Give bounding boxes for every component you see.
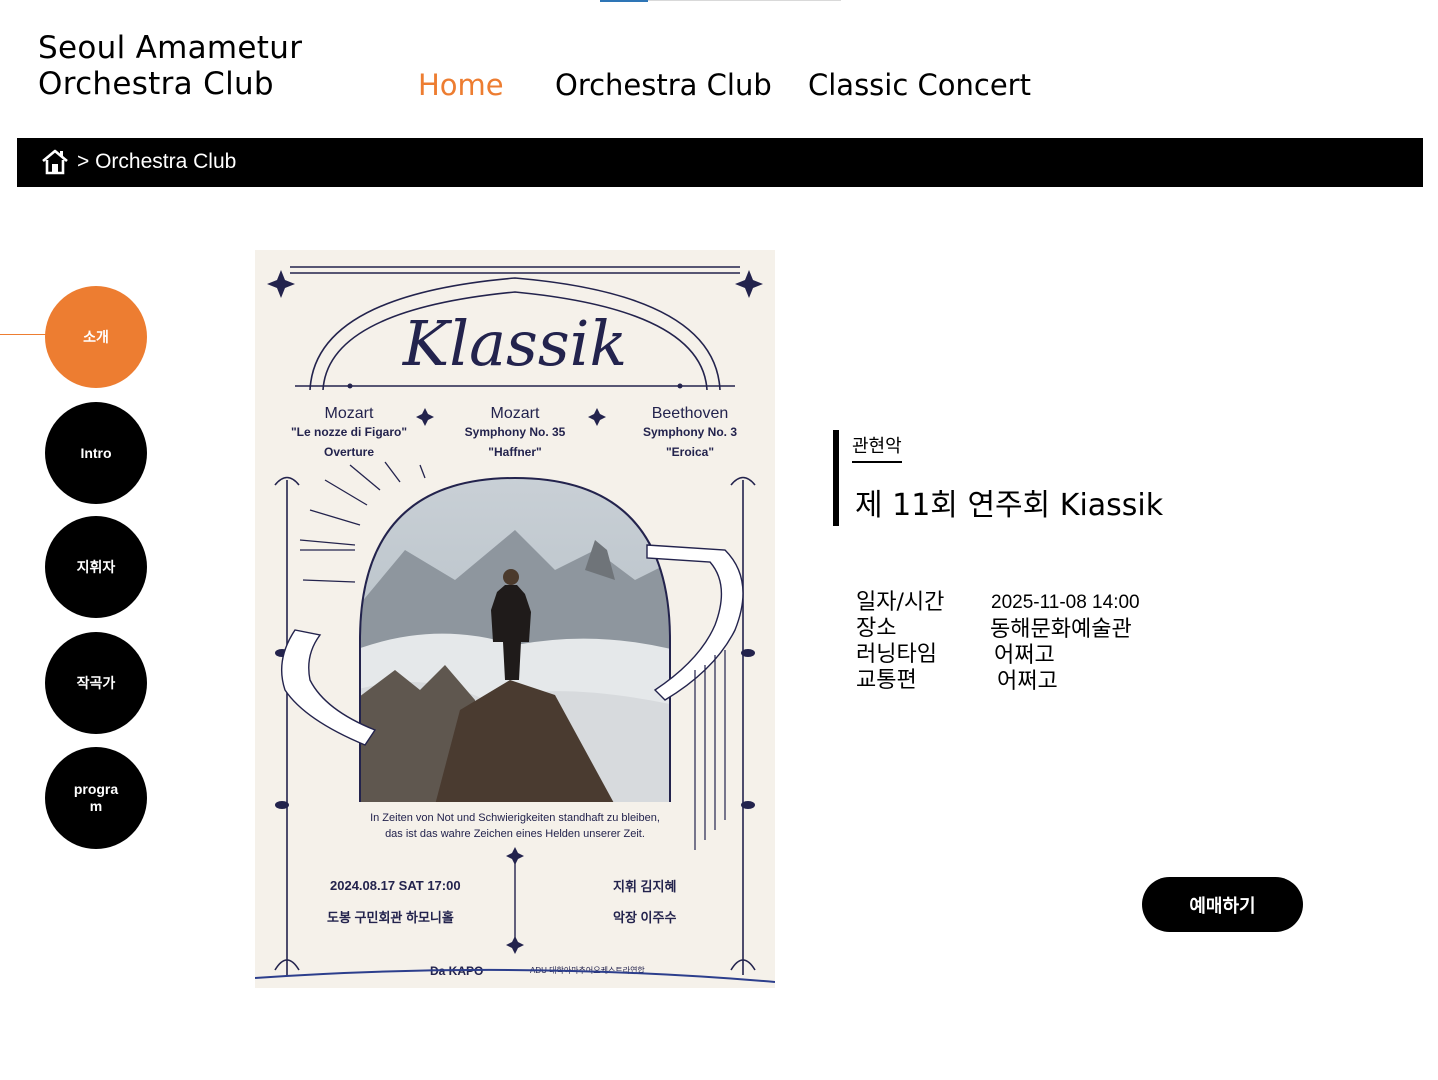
sidebar-item-intro[interactable]: Intro <box>45 402 147 504</box>
logo-line-1: Seoul Amametur <box>38 30 303 66</box>
logo-line-2: Orchestra Club <box>38 66 274 102</box>
nav-home[interactable]: Home <box>418 68 504 108</box>
poster-sub-3: "Eroica" <box>666 445 714 459</box>
poster-composer-1: Mozart <box>325 405 374 422</box>
sidebar-indicator-line <box>0 334 46 335</box>
nav-orchestra-club[interactable]: Orchestra Club <box>555 68 772 108</box>
poster-sub-1: Overture <box>324 445 374 459</box>
detail-value: 어쩌고 <box>994 642 1055 667</box>
concert-category: 관현악 <box>852 432 902 463</box>
breadcrumb: > Orchestra Club <box>17 138 1423 187</box>
detail-label: 교통편 <box>856 668 917 693</box>
sidebar-item-label: Intro <box>80 444 112 461</box>
poster-work-3: Symphony No. 3 <box>643 425 737 439</box>
poster-title: Klassik <box>402 307 627 380</box>
poster-sub-2: "Haffner" <box>488 445 541 459</box>
reserve-button[interactable]: 예매하기 <box>1142 877 1303 932</box>
title-accent-bar <box>833 430 839 526</box>
poster-quote-2: das ist das wahre Zeichen eines Helden u… <box>385 828 645 840</box>
detail-label: 러닝타임 <box>856 642 937 667</box>
site-logo[interactable]: Seoul Amametur Orchestra Club <box>38 30 302 102</box>
poster-conductor: 지휘 김지혜 <box>613 879 676 894</box>
top-scroll-indicator <box>600 0 841 2</box>
sidebar-item-label: 작곡가 <box>76 674 116 691</box>
detail-label: 일자/시간 <box>856 590 945 615</box>
poster-work-1: "Le nozze di Figaro" <box>291 425 407 439</box>
sidebar-item-program[interactable]: program <box>45 747 147 849</box>
concert-title: 제 11회 연주회 Kiassik <box>855 488 1164 523</box>
poster-composer-3: Beethoven <box>652 405 729 422</box>
detail-value: 동해문화예술관 <box>990 616 1132 641</box>
detail-value: 어쩌고 <box>997 668 1058 693</box>
poster-date: 2024.08.17 SAT 17:00 <box>330 878 461 893</box>
poster-quote-1: In Zeiten von Not und Schwierigkeiten st… <box>370 812 660 824</box>
sidebar-item-label: program <box>73 781 119 814</box>
sidebar-item-label: 지휘자 <box>76 558 116 575</box>
nav-classic-concert[interactable]: Classic Concert <box>808 68 1031 108</box>
breadcrumb-current[interactable]: > Orchestra Club <box>77 150 236 174</box>
sidebar-item-composer[interactable]: 작곡가 <box>45 632 147 734</box>
poster-composer-2: Mozart <box>491 405 540 422</box>
scroll-indicator-active <box>600 0 648 2</box>
concert-poster: Klassik Mozart "Le nozze di Figaro" Over… <box>255 250 775 988</box>
sidebar-item-intro-ko[interactable]: 소개 <box>45 286 147 388</box>
detail-label: 장소 <box>856 616 897 641</box>
home-icon[interactable] <box>41 148 69 176</box>
sidebar-item-conductor[interactable]: 지휘자 <box>45 516 147 618</box>
detail-value: 2025-11-08 14:00 <box>991 592 1140 613</box>
poster-concertmaster: 악장 이주수 <box>613 910 676 925</box>
sidebar-item-label: 소개 <box>83 328 109 345</box>
poster-work-2: Symphony No. 35 <box>465 425 566 439</box>
poster-venue: 도봉 구민회관 하모니홀 <box>327 910 454 925</box>
